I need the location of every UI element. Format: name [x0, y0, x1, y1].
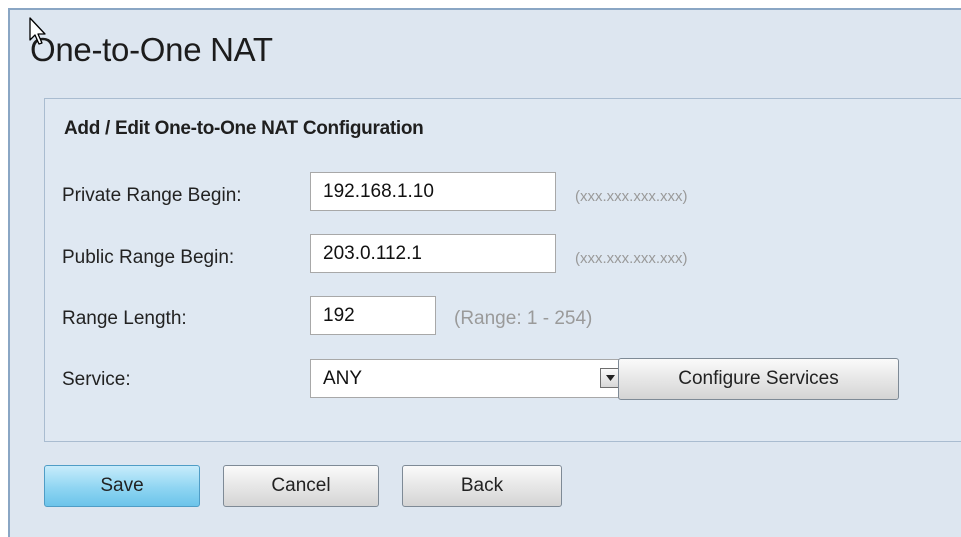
configure-services-button[interactable]: Configure Services — [618, 358, 899, 400]
save-button[interactable]: Save — [44, 465, 200, 507]
nat-config-panel: Add / Edit One-to-One NAT Configuration … — [44, 98, 961, 442]
cancel-button[interactable]: Cancel — [223, 465, 379, 507]
service-select[interactable]: ANY — [310, 359, 630, 398]
back-button[interactable]: Back — [402, 465, 562, 507]
mouse-pointer-icon — [29, 17, 46, 45]
private-range-format-hint: (xxx.xxx.xxx.xxx) — [575, 188, 688, 205]
private-range-begin-label: Private Range Begin: — [62, 185, 242, 206]
public-range-format-hint: (xxx.xxx.xxx.xxx) — [575, 250, 688, 267]
section-title: Add / Edit One-to-One NAT Configuration — [64, 118, 424, 139]
page-title: One-to-One NAT — [30, 31, 273, 68]
chevron-down-icon[interactable] — [600, 368, 620, 388]
service-selected-value: ANY — [323, 368, 363, 389]
range-length-label: Range Length: — [62, 308, 187, 329]
range-length-input[interactable] — [310, 296, 436, 335]
range-length-hint: (Range: 1 - 254) — [454, 308, 593, 329]
public-range-begin-input[interactable] — [310, 234, 556, 273]
public-range-begin-label: Public Range Begin: — [62, 247, 235, 268]
content-frame: One-to-One NAT Add / Edit One-to-One NAT… — [8, 8, 961, 537]
private-range-begin-input[interactable] — [310, 172, 556, 211]
service-label: Service: — [62, 369, 131, 390]
